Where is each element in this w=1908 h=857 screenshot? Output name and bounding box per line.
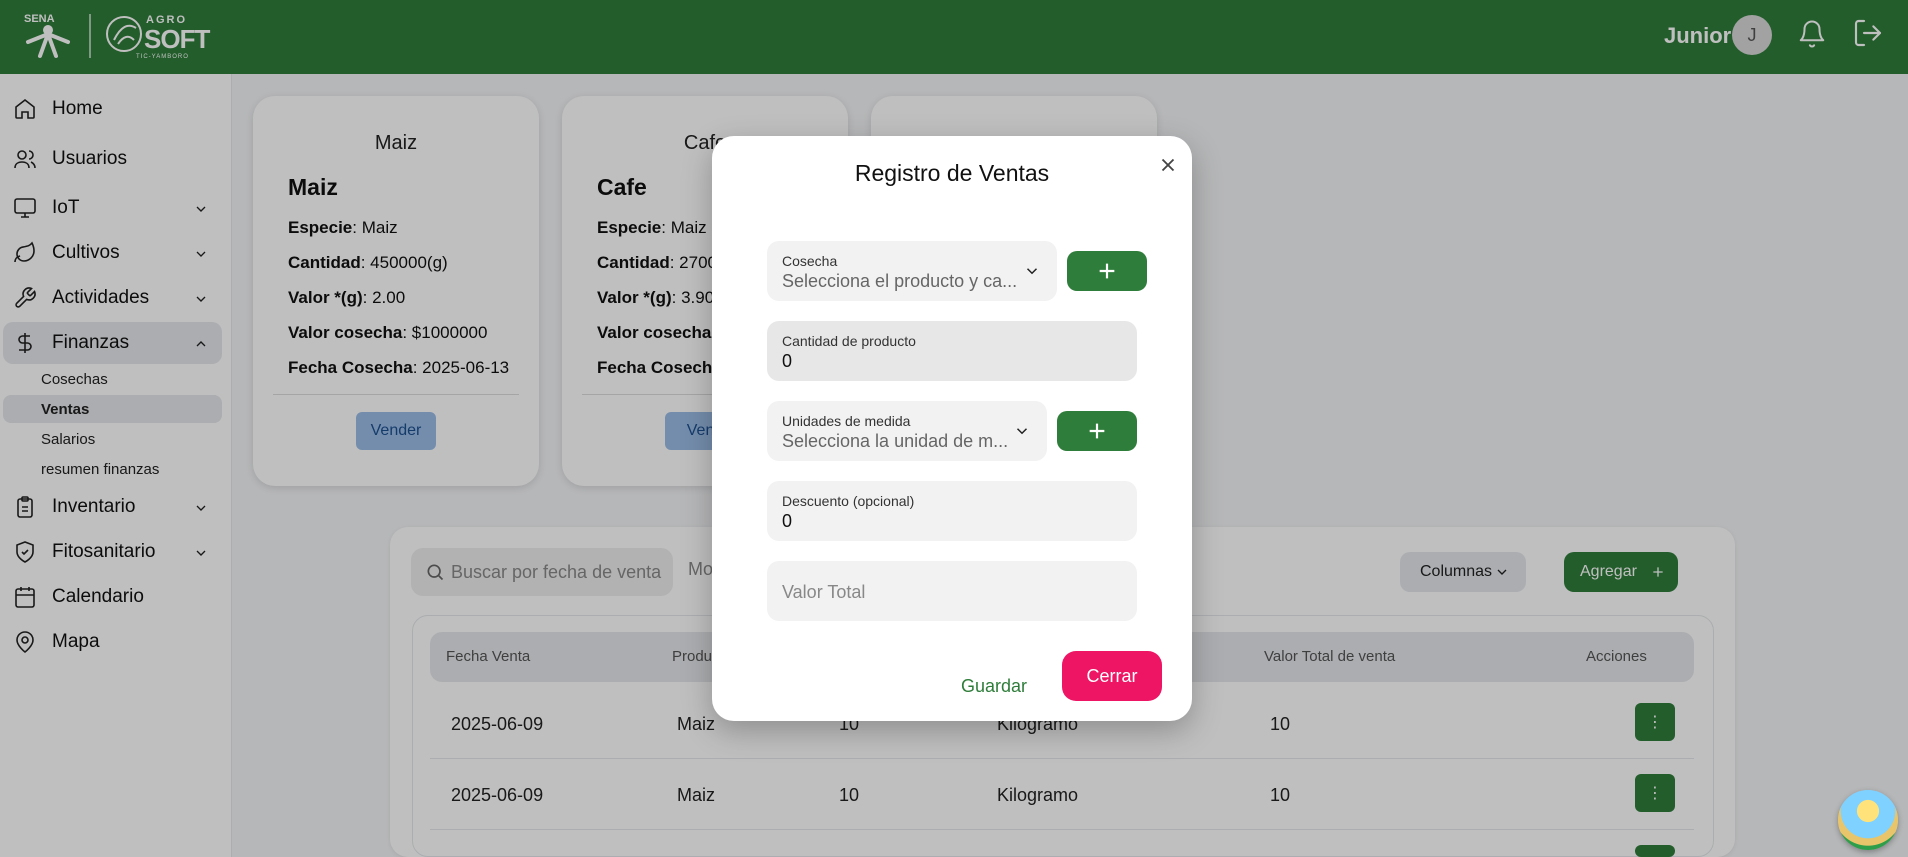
- add-unidad-button[interactable]: [1057, 411, 1137, 451]
- cantidad-input[interactable]: Cantidad de producto 0: [767, 321, 1137, 381]
- plus-icon: [1089, 423, 1105, 439]
- field-label: Descuento (opcional): [782, 493, 915, 509]
- close-button[interactable]: Cerrar: [1062, 651, 1162, 701]
- sales-modal: Registro de Ventas Cosecha Selecciona el…: [712, 136, 1192, 721]
- field-placeholder: Valor Total: [782, 582, 866, 602]
- unidades-select[interactable]: Unidades de medida Selecciona la unidad …: [767, 401, 1047, 461]
- field-label: Unidades de medida: [782, 413, 911, 429]
- field-value: 0: [782, 351, 793, 371]
- assistant-avatar-icon[interactable]: [1838, 790, 1898, 850]
- field-label: Cosecha: [782, 253, 838, 269]
- field-placeholder: Selecciona el producto y ca...: [782, 271, 1018, 291]
- cosecha-select[interactable]: Cosecha Selecciona el producto y ca...: [767, 241, 1057, 301]
- field-value: 0: [782, 511, 793, 531]
- add-cosecha-button[interactable]: [1067, 251, 1147, 291]
- field-label: Cantidad de producto: [782, 333, 916, 349]
- modal-title: Registro de Ventas: [854, 160, 1050, 186]
- close-icon[interactable]: [1157, 154, 1179, 176]
- chevron-down-icon: [1023, 262, 1041, 280]
- chevron-down-icon: [1013, 422, 1031, 440]
- descuento-input[interactable]: Descuento (opcional) 0: [767, 481, 1137, 541]
- valor-total-input[interactable]: Valor Total: [767, 561, 1137, 621]
- save-button[interactable]: Guardar: [954, 666, 1034, 706]
- plus-icon: [1099, 263, 1115, 279]
- field-placeholder: Selecciona la unidad de m...: [782, 431, 1009, 451]
